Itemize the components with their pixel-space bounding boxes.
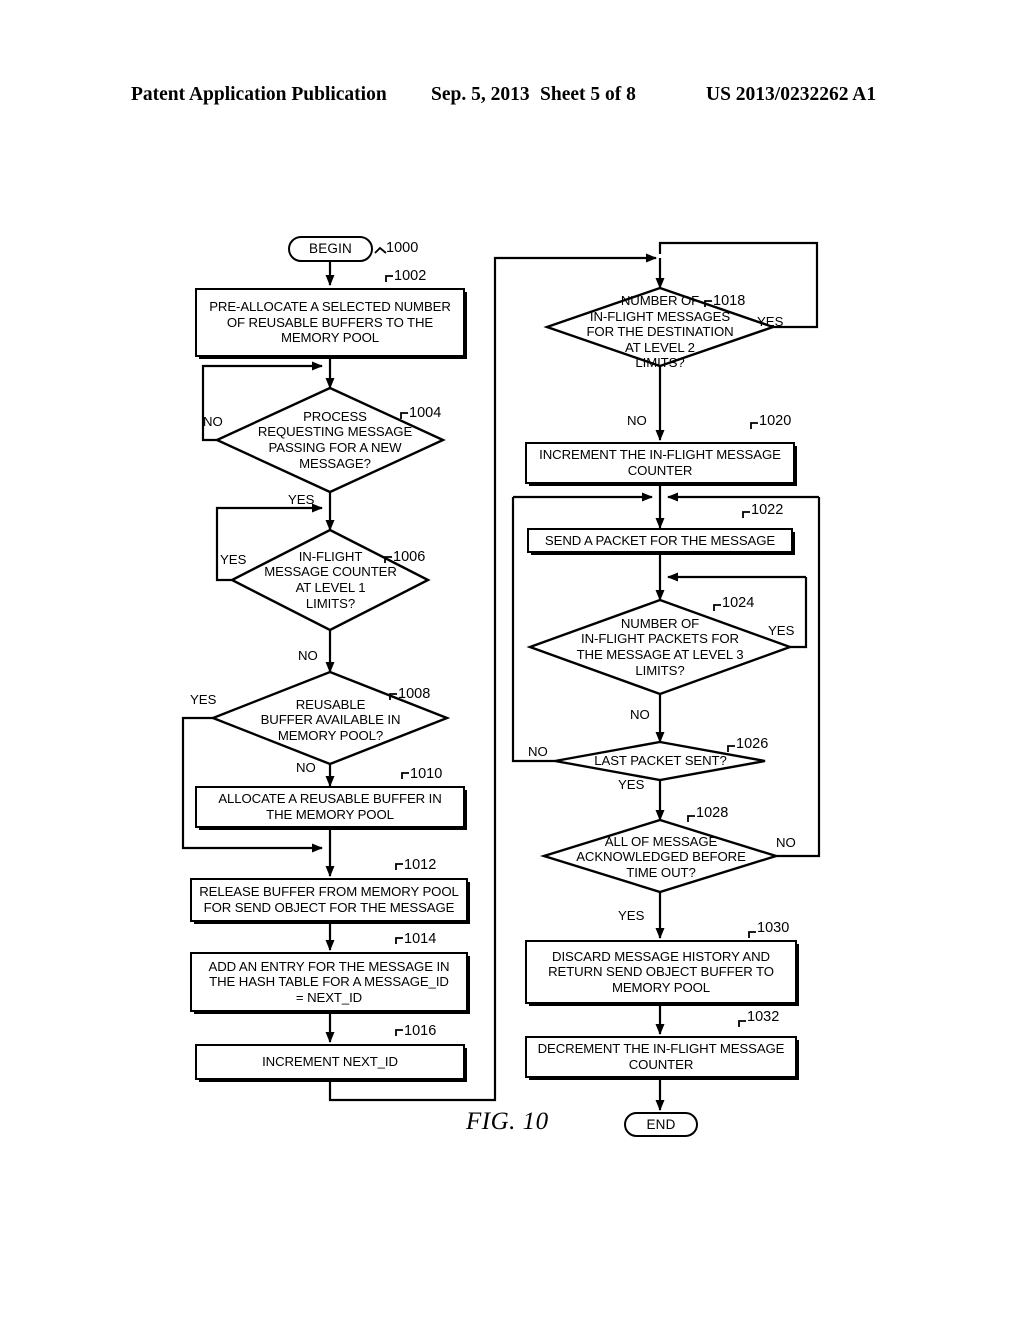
patent-number: US 2013/0232262 A1 xyxy=(706,84,877,105)
edge-label-1024-no: NO xyxy=(630,707,650,722)
ref-numeral-1018: 1018 xyxy=(713,293,746,309)
patent-drawing-page: Patent Application Publication Sep. 5, 2… xyxy=(0,0,1024,1320)
node-1020-increment-in-flight-counter: INCREMENT THE IN-FLIGHT MESSAGE COUNTER xyxy=(525,442,795,484)
node-1032-decrement-in-flight-counter: DECREMENT THE IN-FLIGHT MESSAGE COUNTER xyxy=(525,1036,797,1078)
terminator-begin-label: BEGIN xyxy=(308,241,352,257)
node-1020-text: INCREMENT THE IN-FLIGHT MESSAGE COUNTER xyxy=(539,447,781,478)
terminator-end-label: END xyxy=(646,1116,676,1132)
node-1018-text: NUMBER OF IN-FLIGHT MESSAGES FOR THE DES… xyxy=(586,293,734,371)
node-1002-pre-allocate-buffers: PRE-ALLOCATE A SELECTED NUMBER OF REUSAB… xyxy=(195,288,465,357)
edge-label-1006-no: NO xyxy=(298,648,318,663)
ref-numeral-1022: 1022 xyxy=(751,502,784,518)
ref-numeral-1006: 1006 xyxy=(393,549,426,565)
ref-numeral-1032: 1032 xyxy=(747,1009,780,1025)
node-1008-text: REUSABLE BUFFER AVAILABLE IN MEMORY POOL… xyxy=(260,696,401,743)
node-1022-send-packet: SEND A PACKET FOR THE MESSAGE xyxy=(527,528,793,553)
node-1024-in-flight-packets-level3: NUMBER OF IN-FLIGHT PACKETS FOR THE MESS… xyxy=(548,607,772,687)
edge-label-1004-no: NO xyxy=(203,414,223,429)
figure-label: FIG. 10 xyxy=(466,1108,549,1135)
node-1010-text: ALLOCATE A REUSABLE BUFFER IN THE MEMORY… xyxy=(218,791,442,822)
node-1016-increment-next-id: INCREMENT NEXT_ID xyxy=(195,1044,465,1080)
node-end-terminator: END xyxy=(624,1112,698,1137)
edge-label-1018-no: NO xyxy=(627,413,647,428)
edge-label-1026-no: NO xyxy=(528,744,548,759)
node-1006-in-flight-counter-level1: IN-FLIGHT MESSAGE COUNTER AT LEVEL 1 LIM… xyxy=(248,538,413,622)
node-1014-add-hash-entry: ADD AN ENTRY FOR THE MESSAGE IN THE HASH… xyxy=(190,952,468,1012)
node-begin-terminator: BEGIN xyxy=(288,236,373,262)
ref-numeral-1030: 1030 xyxy=(757,920,790,936)
edge-label-1026-yes: YES xyxy=(618,777,645,792)
node-1028-all-acknowledged-before-timeout: ALL OF MESSAGE ACKNOWLEDGED BEFORE TIME … xyxy=(556,827,766,887)
publication-title: Patent Application Publication xyxy=(131,84,387,105)
node-1004-text: PROCESS REQUESTING MESSAGE PASSING FOR A… xyxy=(257,408,413,471)
edge-label-1024-yes: YES xyxy=(768,623,795,638)
node-1026-text: LAST PACKET SENT? xyxy=(594,753,727,769)
node-1030-discard-history-return-buffer: DISCARD MESSAGE HISTORY AND RETURN SEND … xyxy=(525,940,797,1004)
ref-numeral-1012: 1012 xyxy=(404,857,437,873)
ref-numeral-1024: 1024 xyxy=(722,595,755,611)
edge-label-1004-yes: YES xyxy=(288,492,315,507)
ref-numeral-1016: 1016 xyxy=(404,1023,437,1039)
node-1014-text: ADD AN ENTRY FOR THE MESSAGE IN THE HASH… xyxy=(208,958,450,1005)
node-1004-process-requesting-message: PROCESS REQUESTING MESSAGE PASSING FOR A… xyxy=(240,398,430,482)
ref-numeral-1014: 1014 xyxy=(404,931,437,947)
publication-date: Sep. 5, 2013 xyxy=(431,84,530,105)
sheet-number: Sheet 5 of 8 xyxy=(540,84,636,105)
ref-numeral-1000: 1000 xyxy=(386,240,419,256)
ref-numeral-1008: 1008 xyxy=(398,686,431,702)
edge-label-1008-no: NO xyxy=(296,760,316,775)
edge-label-1006-yes: YES xyxy=(220,552,247,567)
ref-numeral-1028: 1028 xyxy=(696,805,729,821)
ref-numeral-1010: 1010 xyxy=(410,766,443,782)
ref-numeral-1004: 1004 xyxy=(409,405,442,421)
ref-numeral-1020: 1020 xyxy=(759,413,792,429)
ref-numeral-1026: 1026 xyxy=(736,736,769,752)
node-1012-release-buffer: RELEASE BUFFER FROM MEMORY POOL FOR SEND… xyxy=(190,878,468,922)
node-1030-text: DISCARD MESSAGE HISTORY AND RETURN SEND … xyxy=(548,948,774,995)
node-1006-text: IN-FLIGHT MESSAGE COUNTER AT LEVEL 1 LIM… xyxy=(264,548,397,611)
node-1022-text: SEND A PACKET FOR THE MESSAGE xyxy=(544,532,776,548)
node-1026-last-packet-sent: LAST PACKET SENT? xyxy=(578,752,743,770)
edge-label-1018-yes: YES xyxy=(757,314,784,329)
node-1008-reusable-buffer-available: REUSABLE BUFFER AVAILABLE IN MEMORY POOL… xyxy=(238,688,423,752)
node-1010-allocate-reusable-buffer: ALLOCATE A REUSABLE BUFFER IN THE MEMORY… xyxy=(195,786,465,828)
node-1002-text: PRE-ALLOCATE A SELECTED NUMBER OF REUSAB… xyxy=(209,299,451,346)
node-1016-text: INCREMENT NEXT_ID xyxy=(262,1054,398,1070)
ref-numeral-1002: 1002 xyxy=(394,268,427,284)
node-1032-text: DECREMENT THE IN-FLIGHT MESSAGE COUNTER xyxy=(537,1041,785,1072)
node-1028-text: ALL OF MESSAGE ACKNOWLEDGED BEFORE TIME … xyxy=(576,833,746,880)
node-1012-text: RELEASE BUFFER FROM MEMORY POOL FOR SEND… xyxy=(199,884,459,915)
patent-header: Patent Application Publication Sep. 5, 2… xyxy=(0,84,1024,110)
edge-label-1008-yes: YES xyxy=(190,692,217,707)
edge-label-1028-no: NO xyxy=(776,835,796,850)
edge-label-1028-yes: YES xyxy=(618,908,645,923)
node-1024-text: NUMBER OF IN-FLIGHT PACKETS FOR THE MESS… xyxy=(576,615,744,678)
